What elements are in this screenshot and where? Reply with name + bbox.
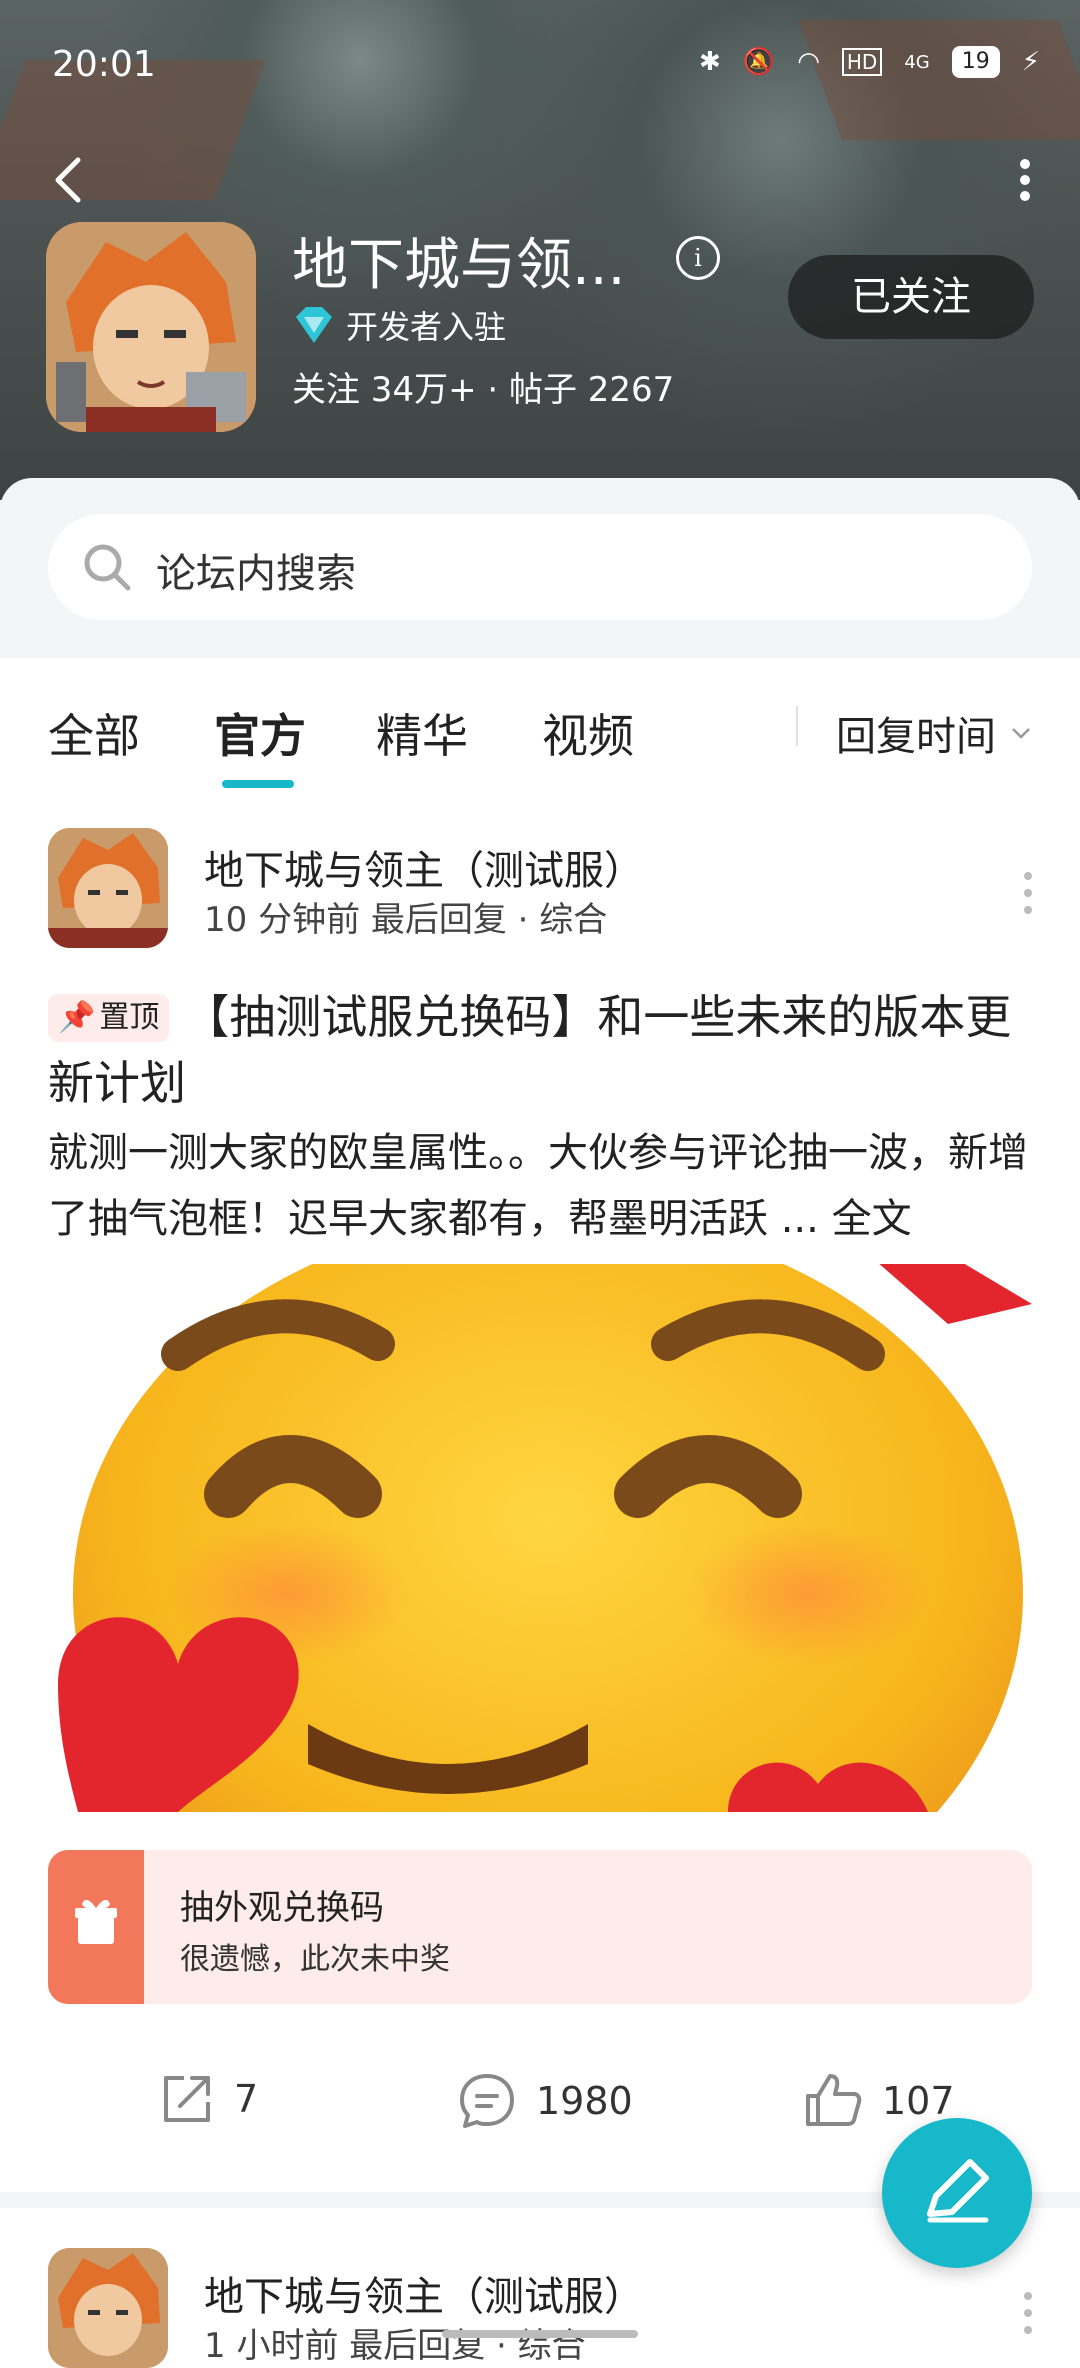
share-icon bbox=[164, 2076, 210, 2122]
lottery-title: 抽外观兑换码 bbox=[180, 1888, 384, 1928]
post-meta: 10 分钟前 最后回复 · 综合 bbox=[204, 900, 608, 940]
post-image[interactable] bbox=[48, 1264, 1032, 1812]
forum-header: 20:01 ✱ 🔕 ◠ HD 4G 19 ⚡ 地下城与领... i 开发者入驻 … bbox=[0, 0, 1080, 500]
forum-title: 地下城与领... bbox=[292, 233, 626, 298]
pen-icon bbox=[927, 2159, 989, 2223]
share-button[interactable]: 7 bbox=[158, 2070, 258, 2128]
compose-post-button[interactable] bbox=[882, 2118, 1032, 2268]
lottery-card-accent bbox=[48, 1850, 144, 2004]
hd-icon: HD bbox=[841, 48, 883, 76]
post-title[interactable]: 📌 置顶 【抽测试服兑换码】和一些未来的版本更新计划 bbox=[48, 984, 1032, 1116]
back-icon[interactable] bbox=[44, 150, 94, 210]
avatar[interactable] bbox=[48, 828, 168, 948]
developer-badge[interactable]: 开发者入驻 bbox=[292, 302, 506, 348]
chevron-down-icon bbox=[1012, 728, 1030, 739]
forum-app-icon bbox=[46, 222, 256, 432]
developer-badge-label: 开发者入驻 bbox=[346, 308, 507, 346]
lottery-card[interactable]: 抽外观兑换码 很遗憾，此次未中奖 bbox=[48, 1850, 1032, 2004]
comment-count: 1980 bbox=[536, 2079, 633, 2123]
post-author[interactable]: 地下城与领主（测试服） bbox=[204, 838, 644, 896]
mute-icon: 🔕 bbox=[742, 47, 776, 77]
gift-icon bbox=[75, 1899, 117, 1944]
search-input[interactable]: 论坛内搜索 bbox=[48, 514, 1032, 620]
tab-featured[interactable]: 精华 bbox=[376, 700, 468, 766]
post-author[interactable]: 地下城与领主（测试服） bbox=[204, 2264, 644, 2322]
charging-icon: ⚡ bbox=[1021, 47, 1040, 77]
pinned-label: 置顶 bbox=[99, 1000, 160, 1035]
bluetooth-icon: ✱ bbox=[699, 47, 721, 77]
tab-bar: 全部 官方 精华 视频 回复时间 bbox=[0, 658, 1080, 788]
more-icon[interactable] bbox=[1010, 150, 1040, 210]
follow-button[interactable]: 已关注 bbox=[788, 255, 1034, 339]
tab-video[interactable]: 视频 bbox=[542, 700, 634, 766]
forum-stats: 关注 34万+ · 帖子 2267 bbox=[292, 370, 675, 410]
post-more-icon[interactable] bbox=[1022, 868, 1034, 918]
thumbs-up-icon bbox=[806, 2074, 862, 2126]
tab-official[interactable]: 官方 bbox=[214, 700, 306, 766]
tab-divider bbox=[796, 706, 798, 746]
search-area: 论坛内搜索 bbox=[0, 478, 1080, 658]
avatar[interactable] bbox=[48, 2248, 168, 2368]
search-icon bbox=[84, 544, 131, 591]
lottery-result: 很遗憾，此次未中奖 bbox=[180, 1942, 450, 1977]
diamond-icon bbox=[296, 307, 332, 343]
post-meta: 1 小时前 最后回复 · 综合 bbox=[204, 2326, 586, 2366]
wifi-icon: ◠ bbox=[797, 47, 820, 77]
status-icons: ✱ 🔕 ◠ HD 4G 19 ⚡ bbox=[699, 46, 1040, 78]
info-icon[interactable]: i bbox=[676, 236, 720, 280]
battery-icon: 19 bbox=[951, 46, 1000, 78]
post-more-icon[interactable] bbox=[1022, 2288, 1034, 2338]
active-tab-indicator bbox=[222, 780, 294, 788]
sort-dropdown[interactable]: 回复时间 bbox=[836, 704, 1032, 762]
post-excerpt[interactable]: 就测一测大家的欧皇属性。。大伙参与评论抽一波，新增了抽气泡框！迟早大家都有，帮墨… bbox=[48, 1120, 1038, 1252]
signal-icon: 4G bbox=[904, 51, 930, 73]
home-indicator[interactable] bbox=[442, 2330, 638, 2338]
status-time: 20:01 bbox=[52, 44, 156, 85]
smiling-emoji-image bbox=[48, 1264, 1032, 1812]
tab-all[interactable]: 全部 bbox=[48, 700, 140, 766]
like-count: 107 bbox=[882, 2079, 955, 2123]
comment-icon bbox=[460, 2074, 514, 2128]
sort-label: 回复时间 bbox=[836, 714, 996, 760]
pin-icon: 📌 bbox=[58, 1000, 96, 1035]
share-count: 7 bbox=[234, 2077, 259, 2121]
comment-button[interactable]: 1980 bbox=[456, 2070, 633, 2132]
search-placeholder: 论坛内搜索 bbox=[156, 551, 356, 597]
post-title-text: 【抽测试服兑换码】和一些未来的版本更新计划 bbox=[48, 990, 1012, 1110]
pinned-badge: 📌 置顶 bbox=[48, 994, 170, 1042]
status-bar: 20:01 ✱ 🔕 ◠ HD 4G 19 ⚡ bbox=[52, 40, 1040, 92]
